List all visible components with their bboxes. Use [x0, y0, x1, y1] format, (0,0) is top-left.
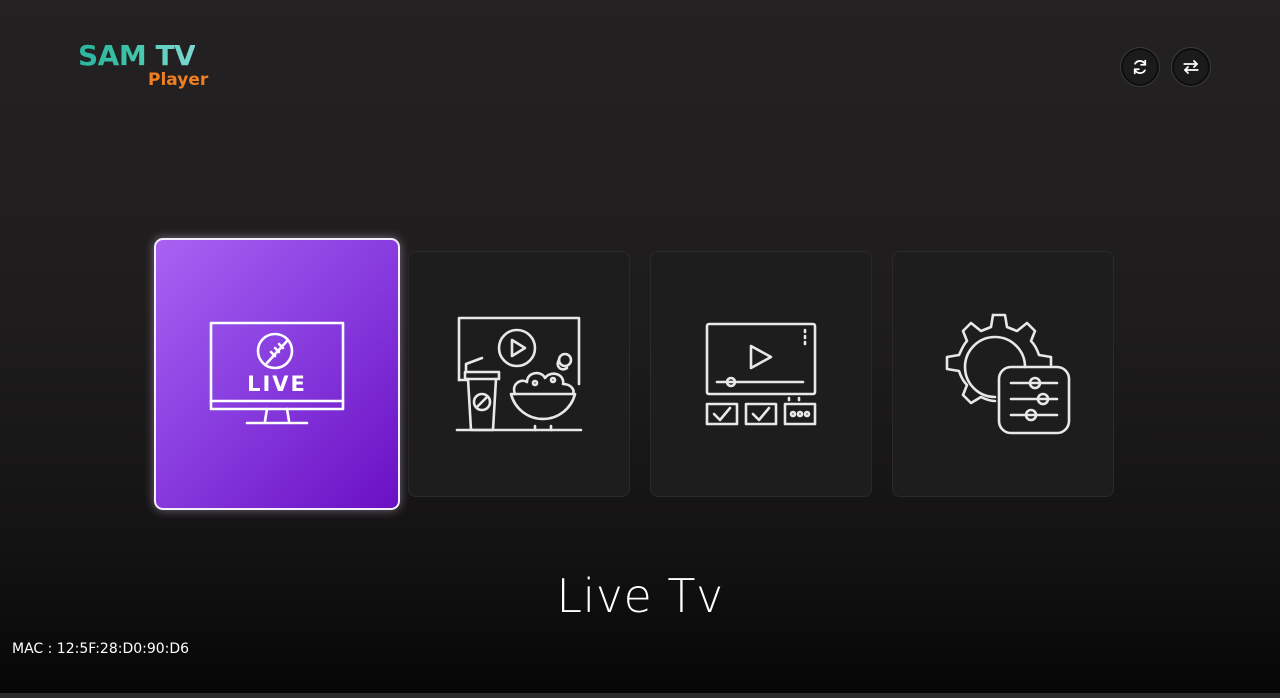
series-tile[interactable] [650, 251, 872, 497]
settings-tile[interactable] [892, 251, 1114, 497]
live-tv-tile[interactable]: LIVE [154, 238, 400, 510]
video-player-icon [705, 322, 817, 426]
refresh-icon [1133, 59, 1147, 75]
bottom-divider [0, 693, 1280, 698]
movie-theater-icon [455, 316, 583, 432]
movies-tile[interactable] [408, 251, 630, 497]
swap-arrows-icon [1183, 60, 1199, 74]
live-tv-icon: LIVE [209, 321, 345, 425]
mac-address-label: MAC : 12:5F:28:D0:90:D6 [12, 641, 190, 657]
settings-gear-icon [945, 313, 1071, 435]
logo-sub-text: Player [148, 70, 209, 90]
live-icon-text: LIVE [247, 372, 307, 396]
switch-button[interactable] [1171, 47, 1211, 87]
selected-menu-caption: Live Tv [556, 569, 724, 623]
logo-brand-text: SAM TV [78, 39, 196, 72]
refresh-button[interactable] [1120, 47, 1160, 87]
app-logo: SAM TV Player [78, 40, 218, 94]
